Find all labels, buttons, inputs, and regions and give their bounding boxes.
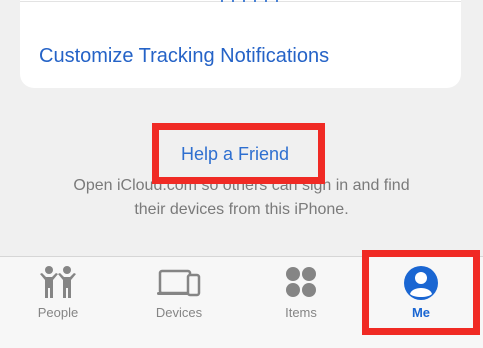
tab-bar: People Devices Items Me	[0, 256, 483, 348]
devices-icon	[157, 265, 201, 304]
tab-people-label: People	[37, 305, 79, 320]
tab-me-label: Me	[411, 305, 431, 320]
tab-people[interactable]: People	[8, 263, 108, 325]
help-description-line-1: Open iCloud.com so others can sign in an…	[73, 177, 410, 194]
help-description: Open iCloud.com so others can sign in an…	[20, 174, 463, 222]
items-icon	[284, 265, 318, 304]
tab-devices-label: Devices	[155, 305, 203, 320]
tab-items-label: Items	[285, 305, 317, 320]
customize-tracking-notifications-link[interactable]: Customize Tracking Notifications	[39, 45, 329, 68]
tab-me[interactable]: Me	[371, 263, 471, 325]
previous-row-partial: · · · · · ·	[219, 0, 280, 10]
people-icon	[38, 265, 78, 304]
help-description-line-2: their devices from this iPhone.	[134, 201, 349, 218]
me-icon	[403, 265, 439, 306]
tab-items[interactable]: Items	[251, 263, 351, 325]
help-a-friend-link[interactable]: Help a Friend	[181, 144, 289, 165]
settings-card	[20, 0, 461, 88]
tab-devices[interactable]: Devices	[129, 263, 229, 325]
